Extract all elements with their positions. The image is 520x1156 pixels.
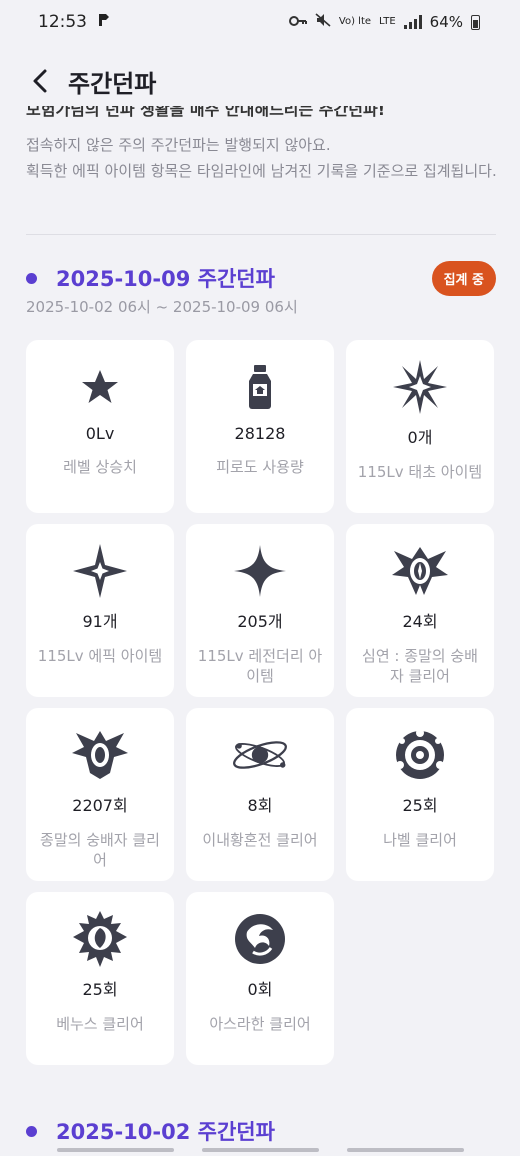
stat-label: 115Lv 레전더리 아이템 [197,647,323,685]
orbit-planet-icon [230,730,290,780]
stat-label: 115Lv 태초 아이템 [357,463,483,481]
stat-value: 25회 [402,796,438,815]
divider [26,234,496,235]
nav-back-button[interactable] [346,1148,464,1152]
battery-percent: 64% [429,13,463,31]
stat-card-venus[interactable]: 25회 베누스 클리어 [26,892,174,1065]
stat-value: 91개 [82,612,118,631]
stat-card-nabel[interactable]: 25회 나벨 클리어 [346,708,494,881]
week-dot [26,272,37,284]
stat-card-level[interactable]: 0Lv 레벨 상승치 [26,340,174,513]
venus-emblem-icon [70,911,130,967]
stat-card-epic[interactable]: 91개 115Lv 에픽 아이템 [26,524,174,697]
stat-label: 심연 : 종말의 숭배자 클리어 [362,647,478,685]
notification-icon [97,12,111,32]
battery-icon [471,14,480,30]
stat-card-asrahan[interactable]: 0회 아스라한 클리어 [186,892,334,1065]
stat-value: 24회 [402,612,438,631]
stat-label: 레벨 상승치 [63,458,137,476]
stat-value: 0Lv [85,424,115,443]
notice-text: 접속하지 않은 주의 주간던파는 발행되지 않아요. 획득한 에픽 아이템 항목… [26,136,497,180]
stat-card-twilight[interactable]: 8회 이내황혼전 클리어 [186,708,334,881]
stat-value: 205개 [237,612,283,631]
chevron-left-icon [33,69,47,93]
asrahan-emblem-icon [230,914,290,964]
potion-bottle-icon [230,362,290,412]
stat-value: 25회 [82,980,118,999]
stat-label: 종말의 숭배자 클리어 [40,831,160,869]
stat-card-fatigue[interactable]: 28128 피로도 사용량 [186,340,334,513]
status-badge: 집계 중 [431,260,496,296]
stat-card-legendary[interactable]: 205개 115Lv 레전더리 아이템 [186,524,334,697]
key-icon [288,13,307,31]
sparkle-star-icon [70,544,130,598]
stat-card-cult[interactable]: 2207회 종말의 숭배자 클리어 [26,708,174,881]
nav-recents-button[interactable] [56,1148,174,1152]
burst-star-icon [390,360,450,414]
week-range: 2025-10-02 06시 ~ 2025-10-09 06시 [26,298,298,316]
signal-icon [403,15,422,29]
stat-card-abyss[interactable]: 24회 심연 : 종말의 숭배자 클리어 [346,524,494,697]
status-time: 12:53 [38,12,87,32]
nabel-emblem-icon [390,729,450,780]
cult-emblem-icon [70,730,130,780]
stat-value: 8회 [247,796,273,815]
week-title: 2025-10-09 주간던파 [56,267,275,291]
abyss-emblem-icon [390,546,450,596]
stat-label: 베누스 클리어 [56,1015,144,1033]
mute-icon [315,13,331,31]
stat-label: 이내황혼전 클리어 [202,831,318,849]
stat-value: 2207회 [72,796,128,815]
stat-label: 나벨 클리어 [383,831,457,849]
four-point-star-icon [230,545,290,597]
status-bar: 12:53 Vo) lte LTE 64% [0,0,520,44]
app-header: 주간던파 [0,56,520,106]
stat-card-primordial[interactable]: 0개 115Lv 태초 아이템 [346,340,494,513]
system-nav-bar [0,1144,520,1156]
back-button[interactable] [26,67,54,95]
stat-label: 115Lv 에픽 아이템 [37,647,163,665]
week-dot [26,1125,37,1137]
lte-indicator: LTE [379,16,396,27]
page-title: 주간던파 [68,69,157,98]
volte-indicator: Vo) lte [338,16,372,27]
stat-value: 28128 [234,424,286,443]
star-icon [70,362,130,412]
week-header: 2025-10-09 주간던파 집계 중 [26,258,496,298]
stat-label: 아스라한 클리어 [209,1015,311,1033]
nav-home-button[interactable] [201,1148,319,1152]
stat-value: 0회 [247,980,273,999]
stat-label: 피로도 사용량 [216,458,304,476]
stat-value: 0개 [407,428,433,447]
next-week-header[interactable]: 2025-10-02 주간던파 [26,1116,275,1146]
next-week-title: 2025-10-02 주간던파 [56,1120,275,1144]
